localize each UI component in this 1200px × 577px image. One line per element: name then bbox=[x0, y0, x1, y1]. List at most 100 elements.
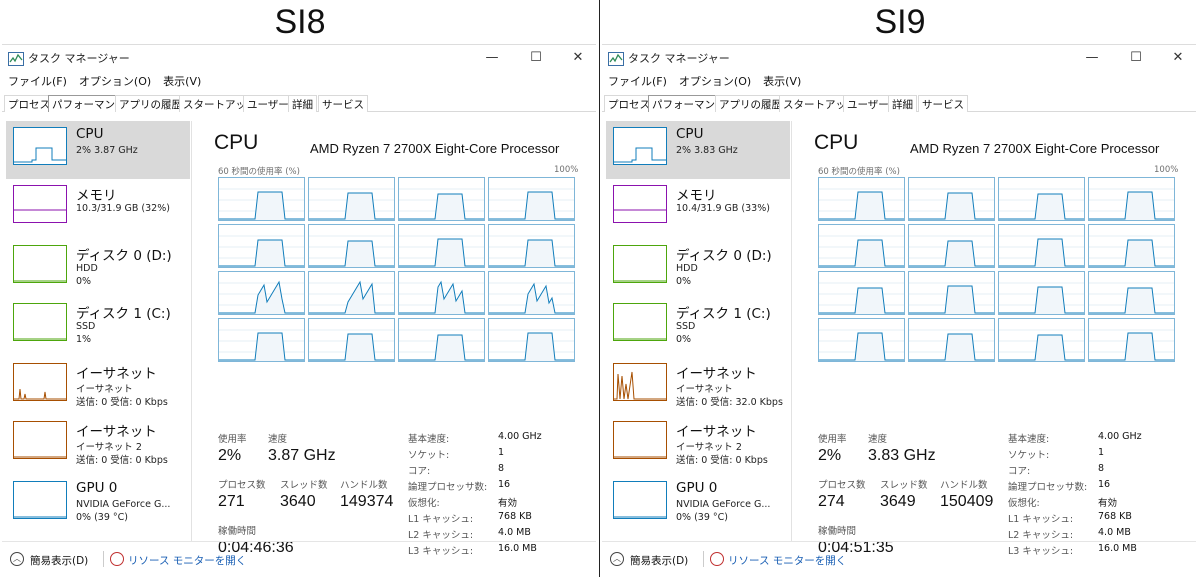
sidebar-thumbnail-graph bbox=[613, 127, 667, 165]
cpu-detail-pane: CPU AMD Ryzen 7 2700X Eight-Core Process… bbox=[798, 121, 1194, 557]
fewer-details-link[interactable]: 簡易表示(D) bbox=[30, 553, 88, 568]
tab-app-history[interactable]: アプリの履歴 bbox=[115, 95, 186, 112]
sidebar-item[interactable]: イーサネット イーサネット 2 送信: 0 受信: 0 Kbps bbox=[6, 415, 190, 473]
tab-processes[interactable]: プロセス bbox=[604, 95, 654, 112]
logical-processor-graph bbox=[998, 318, 1085, 362]
footer-bar: ︿ 簡易表示(D) リソース モニターを開く bbox=[2, 541, 596, 575]
sidebar-item-detail: イーサネット bbox=[76, 384, 133, 395]
sidebar-item-detail: SSD bbox=[76, 321, 96, 332]
menu-view[interactable]: 表示(V) bbox=[157, 71, 207, 89]
logical-processor-graph bbox=[308, 318, 395, 362]
logical-processor-graph bbox=[308, 177, 395, 221]
thread-count-value: 3640 bbox=[280, 493, 316, 510]
usage-value: 2% bbox=[218, 447, 242, 464]
minimize-button[interactable]: — bbox=[472, 46, 512, 70]
logical-processor-graph bbox=[218, 271, 305, 315]
sidebar-item-name: CPU bbox=[676, 126, 704, 142]
menu-view[interactable]: 表示(V) bbox=[757, 71, 807, 89]
open-resource-monitor-link[interactable]: リソース モニターを開く bbox=[728, 553, 846, 568]
logical-processor-graphs bbox=[218, 177, 576, 365]
sidebar-item[interactable]: ディスク 1 (C:) SSD 0% bbox=[606, 297, 790, 355]
thumbnail-trace bbox=[614, 338, 666, 340]
thumbnail-trace bbox=[614, 147, 666, 163]
sidebar-thumbnail-graph bbox=[613, 245, 667, 283]
cpu-model-name: AMD Ryzen 7 2700X Eight-Core Processor bbox=[910, 141, 1160, 156]
tab-services[interactable]: サービス bbox=[318, 95, 368, 112]
sidebar-item[interactable]: イーサネット イーサネット 送信: 0 受信: 32.0 Kbps bbox=[606, 357, 790, 415]
usage-label: 使用率 bbox=[818, 434, 847, 445]
spec-label: 論理プロセッサ数: bbox=[1008, 482, 1088, 493]
spec-value: 有効 bbox=[498, 498, 518, 509]
tab-users[interactable]: ユーザー bbox=[843, 95, 893, 112]
sidebar-item[interactable]: CPU 2% 3.87 GHz bbox=[6, 121, 190, 179]
maximize-button[interactable]: ☐ bbox=[1116, 46, 1156, 70]
comparison-stage: SI8 タスク マネージャー — ☐ ✕ ファイル(F) オプション(O) 表示(V… bbox=[0, 0, 1200, 577]
spec-value: 1 bbox=[498, 447, 505, 458]
task-manager-icon bbox=[608, 51, 624, 66]
sidebar-item[interactable]: イーサネット イーサネット 送信: 0 受信: 0 Kbps bbox=[6, 357, 190, 415]
sidebar-item-name: イーサネット bbox=[676, 424, 757, 440]
sidebar-item[interactable]: メモリ 10.4/31.9 GB (33%) bbox=[606, 179, 790, 237]
open-resource-monitor-link[interactable]: リソース モニターを開く bbox=[128, 553, 246, 568]
resource-sidebar: CPU 2% 3.87 GHz メモリ 10.3/31.9 GB (32%) ディスク … bbox=[2, 121, 190, 541]
tab-app-history[interactable]: アプリの履歴 bbox=[715, 95, 786, 112]
graph-axis-max: 100% bbox=[554, 165, 579, 175]
thumbnail-trace bbox=[614, 516, 666, 518]
spec-label: L2 キャッシュ: bbox=[1008, 530, 1074, 541]
spec-label: 論理プロセッサ数: bbox=[408, 482, 488, 493]
close-button[interactable]: ✕ bbox=[1158, 46, 1198, 70]
usage-label: 使用率 bbox=[218, 434, 247, 445]
spec-label: 仮想化: bbox=[1008, 498, 1040, 509]
spec-value: 768 KB bbox=[498, 511, 532, 522]
sidebar-thumbnail-graph bbox=[13, 481, 67, 519]
window-title: タスク マネージャー bbox=[28, 52, 130, 65]
sidebar-thumbnail-graph bbox=[613, 185, 667, 223]
logical-processor-graph bbox=[818, 224, 905, 268]
thumbnail-trace bbox=[14, 516, 66, 518]
close-button[interactable]: ✕ bbox=[558, 46, 598, 70]
panel-si9: SI9 タスク マネージャー — ☐ ✕ ファイル(F) オプション(O) 表示(V… bbox=[600, 0, 1200, 577]
tab-details[interactable]: 詳細 bbox=[888, 95, 917, 112]
tab-users[interactable]: ユーザー bbox=[243, 95, 293, 112]
tab-details[interactable]: 詳細 bbox=[288, 95, 317, 112]
spec-value: 8 bbox=[1098, 463, 1105, 474]
graph-axis-label: 60 秒間の使用率 (%) bbox=[218, 167, 300, 177]
sidebar-item[interactable]: ディスク 0 (D:) HDD 0% bbox=[6, 239, 190, 297]
sidebar-item-name: メモリ bbox=[676, 188, 717, 204]
sidebar-item[interactable]: CPU 2% 3.83 GHz bbox=[606, 121, 790, 179]
title-bar: タスク マネージャー — ☐ ✕ bbox=[2, 45, 596, 71]
sidebar-item-detail: 2% 3.83 GHz bbox=[676, 145, 738, 156]
sidebar-item[interactable]: GPU 0 NVIDIA GeForce G... 0% (39 °C) bbox=[606, 475, 790, 533]
fewer-details-link[interactable]: 簡易表示(D) bbox=[630, 553, 688, 568]
tab-processes[interactable]: プロセス bbox=[4, 95, 54, 112]
menu-options[interactable]: オプション(O) bbox=[673, 71, 757, 89]
collapse-icon[interactable]: ︿ bbox=[10, 552, 24, 566]
sidebar-item-detail: 10.4/31.9 GB (33%) bbox=[676, 203, 770, 214]
tab-services[interactable]: サービス bbox=[918, 95, 968, 112]
thread-count-label: スレッド数 bbox=[280, 480, 328, 491]
sidebar-item[interactable]: イーサネット イーサネット 2 送信: 0 受信: 0 Kbps bbox=[606, 415, 790, 473]
logical-processor-graph bbox=[308, 224, 395, 268]
menu-file[interactable]: ファイル(F) bbox=[602, 71, 673, 89]
menu-file[interactable]: ファイル(F) bbox=[2, 71, 73, 89]
maximize-button[interactable]: ☐ bbox=[516, 46, 556, 70]
sidebar-item[interactable]: ディスク 0 (D:) HDD 0% bbox=[606, 239, 790, 297]
spec-label: 基本速度: bbox=[408, 434, 450, 445]
sidebar-item[interactable]: GPU 0 NVIDIA GeForce G... 0% (39 °C) bbox=[6, 475, 190, 533]
minimize-button[interactable]: — bbox=[1072, 46, 1112, 70]
footer-bar: ︿ 簡易表示(D) リソース モニターを開く bbox=[602, 541, 1196, 575]
uptime-label: 稼働時間 bbox=[818, 526, 857, 537]
collapse-icon[interactable]: ︿ bbox=[610, 552, 624, 566]
tab-bar: プロセス パフォーマンス アプリの履歴 スタートアップ ユーザー 詳細 サービス bbox=[2, 92, 596, 112]
logical-processor-graph bbox=[488, 318, 575, 362]
logical-processor-graph bbox=[398, 318, 485, 362]
sidebar-item[interactable]: ディスク 1 (C:) SSD 1% bbox=[6, 297, 190, 355]
sidebar-item[interactable]: メモリ 10.3/31.9 GB (32%) bbox=[6, 179, 190, 237]
panel-si8: SI8 タスク マネージャー — ☐ ✕ ファイル(F) オプション(O) 表示(V… bbox=[0, 0, 600, 577]
handle-count-label: ハンドル数 bbox=[340, 480, 388, 491]
menu-options[interactable]: オプション(O) bbox=[73, 71, 157, 89]
sidebar-item-name: ディスク 1 (C:) bbox=[676, 306, 771, 322]
sidebar-thumbnail-graph bbox=[613, 363, 667, 401]
thread-count-value: 3649 bbox=[880, 493, 916, 510]
cpu-detail-pane: CPU AMD Ryzen 7 2700X Eight-Core Process… bbox=[198, 121, 594, 557]
